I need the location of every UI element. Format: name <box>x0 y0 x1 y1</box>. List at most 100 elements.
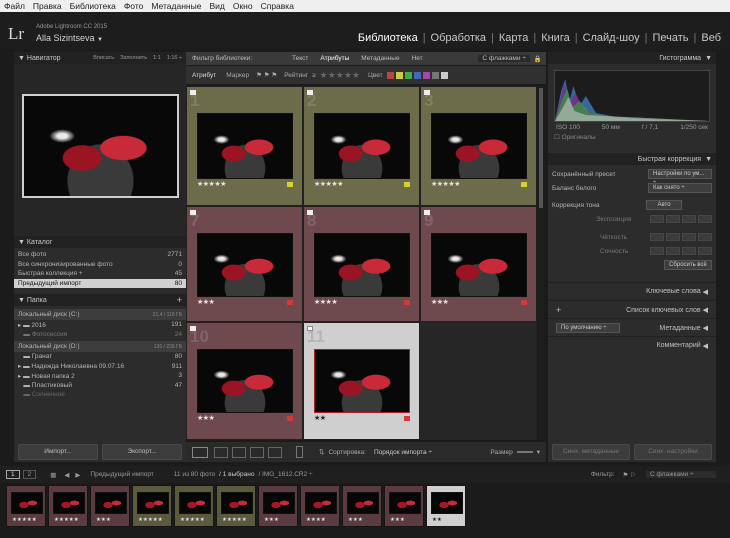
zoom-ratio[interactable]: 1:16 ÷ <box>167 55 182 61</box>
metadata-preset-select[interactable]: По умолчанию ÷ <box>556 322 620 333</box>
filter-tab-metadata[interactable]: Метаданные <box>355 55 405 62</box>
module-develop[interactable]: Обработка <box>426 32 491 44</box>
navigator-header[interactable]: ▼ Навигатор Вписать Заполнить 1:1 1:16 ÷ <box>14 52 186 64</box>
filter-preset-select[interactable]: С флажками ÷ <box>478 55 530 62</box>
filmstrip-thumb[interactable]: ★★★ <box>258 485 298 527</box>
folder-row[interactable]: ▬ Фотосессия 24 <box>14 330 186 340</box>
zoom-fit[interactable]: Вписать <box>93 55 114 61</box>
histogram-header[interactable]: Гистограмма ▼ <box>548 52 716 64</box>
catalog-synced[interactable]: Все синхронизированные фото 0 <box>14 260 186 270</box>
color-label-yellow[interactable] <box>404 182 410 187</box>
user-name[interactable]: Alla Sizintseva ▼ <box>36 33 103 43</box>
comments-header[interactable]: Комментарий ◀ <box>548 336 716 354</box>
color-label-yellow[interactable] <box>521 182 527 187</box>
module-library[interactable]: Библиотека <box>353 32 423 44</box>
folder-row[interactable]: ▸ ▬ 2016 191 <box>14 320 186 330</box>
rating-stars[interactable]: ★★★ <box>197 298 215 306</box>
originals-checkbox[interactable]: ☐ Оригиналы <box>548 133 716 141</box>
survey-view-icon[interactable] <box>250 446 264 458</box>
grid-cell[interactable]: 1 ★★★★★ <box>186 86 303 206</box>
flag-icon[interactable] <box>307 326 313 331</box>
filmstrip-thumb[interactable]: ★★★ <box>384 485 424 527</box>
thumbnail-size-slider[interactable] <box>516 451 533 453</box>
back-arrow-icon[interactable]: ◀ <box>64 471 69 479</box>
compare-view-icon[interactable] <box>232 446 246 458</box>
menu-library[interactable]: Библиотека <box>66 1 120 11</box>
rating-stars[interactable]: ★★★★★ <box>431 180 460 188</box>
grid-cell[interactable]: 9 ★★★ <box>420 206 537 322</box>
module-web[interactable]: Веб <box>696 32 726 44</box>
color-filter-swatches[interactable] <box>386 71 448 79</box>
other-swatch[interactable] <box>431 71 439 79</box>
folders-header[interactable]: ▼ Папка + <box>14 294 186 306</box>
catalog-previous-import[interactable]: Предыдущий импорт 80 <box>14 278 186 288</box>
flag-filter-icon[interactable]: ⚑ ⚐ <box>623 471 636 479</box>
clarity-buttons[interactable] <box>650 233 712 241</box>
rating-stars[interactable]: ★★ <box>314 414 326 422</box>
color-label-red[interactable] <box>287 416 293 421</box>
grid-cell[interactable]: 7 ★★★ <box>186 206 303 322</box>
auto-tone-button[interactable]: Авто <box>646 200 682 210</box>
rating-stars[interactable]: ★★★★★ <box>197 180 226 188</box>
flag-icon[interactable] <box>190 210 196 215</box>
page-2-button[interactable]: 2 <box>22 470 37 479</box>
folder-row[interactable]: ▬ Пластиковый 47 <box>14 381 186 391</box>
color-label-red[interactable] <box>521 300 527 305</box>
color-label-red[interactable] <box>287 300 293 305</box>
menu-help[interactable]: Справка <box>257 1 298 11</box>
grid-cell[interactable]: 3 ★★★★★ <box>420 86 537 206</box>
grid-view-icon[interactable] <box>192 446 208 458</box>
grid-scrollbar[interactable] <box>538 86 544 440</box>
folder-row[interactable]: ▬ Солнечное <box>14 390 186 400</box>
color-label-red[interactable] <box>404 416 410 421</box>
grid-view-icon[interactable]: ▦ <box>50 471 56 479</box>
saved-preset-select[interactable]: Настройки по ум... ÷ <box>648 169 712 186</box>
menu-window[interactable]: Окно <box>229 1 257 11</box>
painter-icon[interactable] <box>296 446 303 458</box>
menu-file[interactable]: Файл <box>0 1 29 11</box>
sync-metadata-button[interactable]: Синх. метаданные <box>552 444 630 460</box>
menu-edit[interactable]: Правка <box>29 1 66 11</box>
rating-stars[interactable]: ★★★★★ <box>314 180 343 188</box>
add-folder-icon[interactable]: + <box>177 295 182 305</box>
sync-settings-button[interactable]: Синх. настройки <box>634 444 712 460</box>
quick-develop-header[interactable]: Быстрая коррекция ▼ <box>548 153 716 165</box>
catalog-all-photos[interactable]: Все фото 2771 <box>14 250 186 260</box>
flag-icon[interactable] <box>424 210 430 215</box>
vibrance-buttons[interactable] <box>650 247 712 255</box>
filmstrip-thumb[interactable]: ★★★★ <box>300 485 340 527</box>
module-slideshow[interactable]: Слайд-шоу <box>578 32 645 44</box>
page-1-button[interactable]: 1 <box>6 470 20 479</box>
rating-stars[interactable]: ★★★ <box>431 298 449 306</box>
flag-icon[interactable] <box>190 90 196 95</box>
folder-row[interactable]: ▬ Гранат 80 <box>14 352 186 362</box>
loupe-view-icon[interactable] <box>214 446 228 458</box>
flag-icon[interactable] <box>190 326 196 331</box>
keyword-list-header[interactable]: + Список ключевых слов ◀ <box>548 300 716 318</box>
sort-direction-icon[interactable]: ⇅ <box>319 448 324 456</box>
people-view-icon[interactable] <box>268 446 282 458</box>
menu-metadata[interactable]: Метаданные <box>147 1 205 11</box>
sort-select[interactable]: Порядок импорта ÷ <box>374 449 432 456</box>
filmstrip-source[interactable]: Предыдущий импорт <box>90 471 153 478</box>
filmstrip-thumb[interactable]: ★★★★★ <box>216 485 256 527</box>
filmstrip-filename[interactable]: / IMG_1612.CR2 ÷ <box>258 471 312 478</box>
menu-view[interactable]: Вид <box>205 1 228 11</box>
none-swatch[interactable] <box>440 71 448 79</box>
grid-cell[interactable]: 2 ★★★★★ <box>303 86 420 206</box>
menu-photo[interactable]: Фото <box>120 1 148 11</box>
catalog-quick-collection[interactable]: Быстрая коллекция +45 <box>14 269 186 279</box>
folder-row[interactable]: ▸ ▬ Новая папка 23 <box>14 371 186 381</box>
volume-d[interactable]: Локальный диск (D:) 136 / 235 ГБ <box>14 341 186 352</box>
filmstrip-thumb[interactable]: ★★★★★ <box>132 485 172 527</box>
blue-swatch[interactable] <box>413 71 421 79</box>
filmstrip-thumb[interactable]: ★★★★★ <box>6 485 46 527</box>
volume-c[interactable]: Локальный диск (C:) 21,4 / 116 ГБ <box>14 309 186 320</box>
color-label-yellow[interactable] <box>287 182 293 187</box>
grid-cell[interactable]: 10 ★★★ <box>186 322 303 440</box>
rating-stars[interactable]: ★★★★ <box>314 298 338 306</box>
module-book[interactable]: Книга <box>536 32 575 44</box>
rating-stars[interactable]: ★★★★★ <box>316 70 364 81</box>
metadata-header[interactable]: По умолчанию ÷ Метаданные ◀ <box>548 318 716 336</box>
grid-cell[interactable]: 8 ★★★★ <box>303 206 420 322</box>
